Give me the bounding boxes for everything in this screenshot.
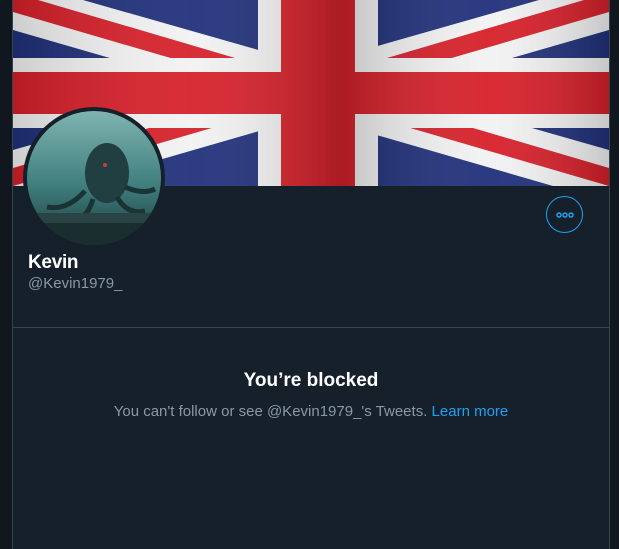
- scrollbar-track[interactable]: [610, 0, 619, 549]
- section-divider: [13, 327, 609, 328]
- display-name: Kevin: [28, 252, 79, 273]
- creature-artwork-image: [27, 111, 161, 245]
- avatar-frame[interactable]: [23, 107, 165, 249]
- learn-more-link[interactable]: Learn more: [432, 403, 509, 420]
- avatar[interactable]: [27, 111, 161, 245]
- blocked-message: You can't follow or see @Kevin1979_'s Tw…: [13, 403, 609, 420]
- blocked-message-text: You can't follow or see @Kevin1979_'s Tw…: [113, 403, 428, 420]
- left-gutter: [0, 0, 12, 549]
- blocked-title: You’re blocked: [243, 370, 379, 391]
- more-horizontal-icon: [555, 211, 574, 218]
- username-handle: @Kevin1979_: [28, 275, 123, 292]
- more-options-button[interactable]: [546, 196, 583, 233]
- profile-column: Kevin @Kevin1979_ You’re blocked You can…: [12, 0, 610, 549]
